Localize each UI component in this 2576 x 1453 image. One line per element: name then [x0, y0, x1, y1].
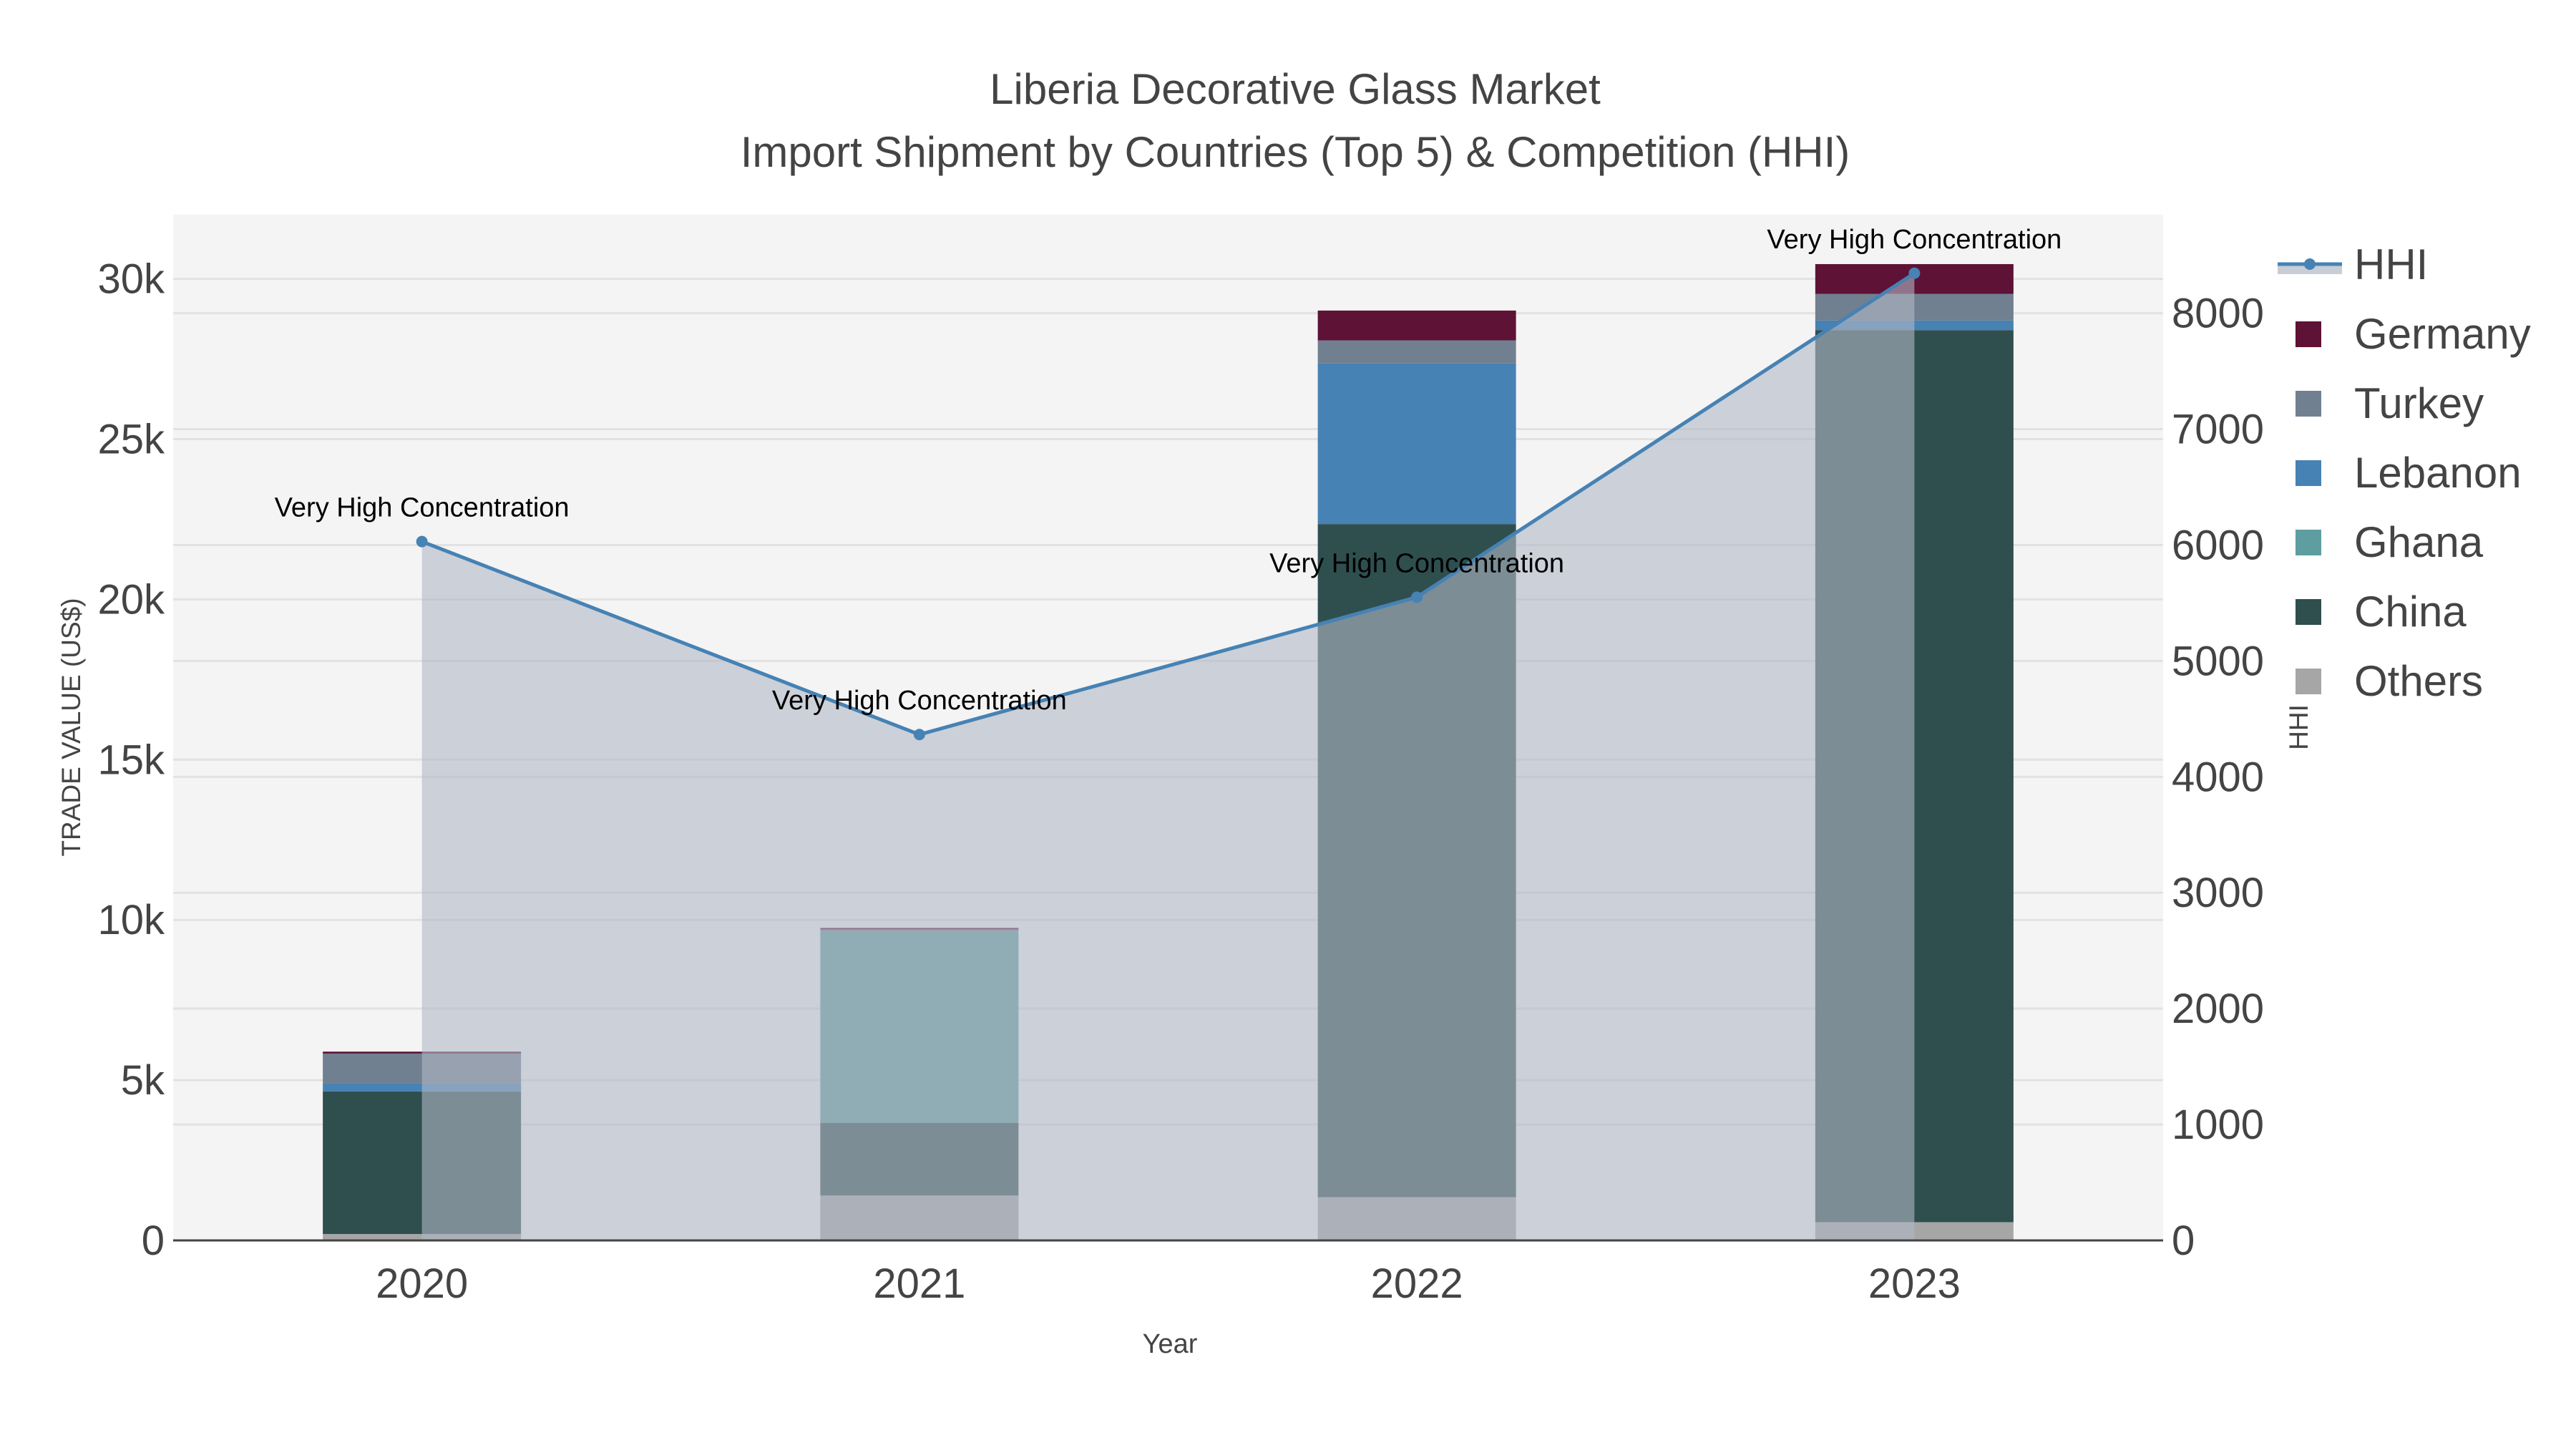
y2-tick-label: 0 — [2172, 1218, 2195, 1264]
legend-swatch-turkey — [2296, 391, 2321, 417]
y-tick-label: 15k — [97, 737, 165, 783]
annotation: Very High Concentration — [1269, 548, 1564, 578]
legend-label: HHI — [2354, 240, 2428, 288]
legend-label: Ghana — [2354, 518, 2484, 566]
y2-tick-label: 4000 — [2172, 754, 2264, 800]
y-tick-label: 25k — [97, 416, 165, 462]
legend-swatch-ghana — [2296, 530, 2321, 555]
x-axis-title: Year — [1143, 1329, 1198, 1359]
hhi-point-2023 — [1908, 267, 1921, 279]
legend-label: Germany — [2354, 310, 2531, 358]
y-axis-title: TRADE VALUE (US$) — [57, 598, 86, 856]
y2-tick-label: 1000 — [2172, 1102, 2264, 1148]
x-tick-label: 2022 — [1371, 1260, 1463, 1307]
legend-swatch-china — [2296, 599, 2321, 625]
chart-subtitle: Import Shipment by Countries (Top 5) & C… — [741, 128, 1850, 176]
y-tick-label: 30k — [97, 256, 165, 303]
y2-axis-ticks: 0 1000 2000 3000 4000 5000 6000 7000 8000 — [2172, 291, 2264, 1264]
chart: Very High Concentration Very High Concent… — [57, 65, 2531, 1359]
y-tick-label: 10k — [97, 897, 165, 943]
y2-tick-label: 7000 — [2172, 407, 2264, 453]
x-tick-label: 2023 — [1868, 1260, 1961, 1307]
y2-tick-label: 8000 — [2172, 291, 2264, 337]
y-axis-ticks: 0 5k 10k 15k 20k 25k 30k — [97, 256, 165, 1264]
legend-swatch-others — [2296, 669, 2321, 694]
bar-germany-2022 — [1317, 310, 1516, 341]
legend-label: Lebanon — [2354, 449, 2522, 497]
legend-label: China — [2354, 588, 2467, 636]
annotation: Very High Concentration — [772, 686, 1067, 716]
hhi-point-2020 — [416, 535, 428, 548]
legend-label: Turkey — [2354, 379, 2484, 427]
y2-tick-label: 3000 — [2172, 870, 2264, 916]
legend: HHI Germany Turkey Lebanon Ghana China Others — [2278, 240, 2531, 705]
x-axis-ticks: 2020 2021 2022 2023 — [376, 1260, 1961, 1307]
legend-label: Others — [2354, 657, 2483, 705]
legend-swatch-lebanon — [2296, 460, 2321, 486]
y-tick-label: 5k — [121, 1057, 165, 1104]
y2-axis-title: HHI — [2284, 704, 2313, 750]
x-tick-label: 2021 — [873, 1260, 965, 1307]
chart-title: Liberia Decorative Glass Market — [990, 65, 1601, 113]
annotation: Very High Concentration — [275, 493, 570, 523]
legend-swatch-germany — [2296, 321, 2321, 347]
y2-tick-label: 5000 — [2172, 638, 2264, 684]
y2-tick-label: 2000 — [2172, 986, 2264, 1032]
bar-lebanon-2022 — [1317, 363, 1516, 525]
bar-turkey-2022 — [1317, 340, 1516, 364]
y-tick-label: 0 — [142, 1218, 165, 1264]
legend-marker-hhi — [2304, 258, 2316, 270]
annotation: Very High Concentration — [1767, 225, 2062, 255]
hhi-point-2022 — [1411, 591, 1423, 603]
y2-tick-label: 6000 — [2172, 522, 2264, 568]
x-tick-label: 2020 — [376, 1260, 468, 1307]
hhi-point-2021 — [913, 729, 925, 741]
y-tick-label: 20k — [97, 576, 165, 623]
